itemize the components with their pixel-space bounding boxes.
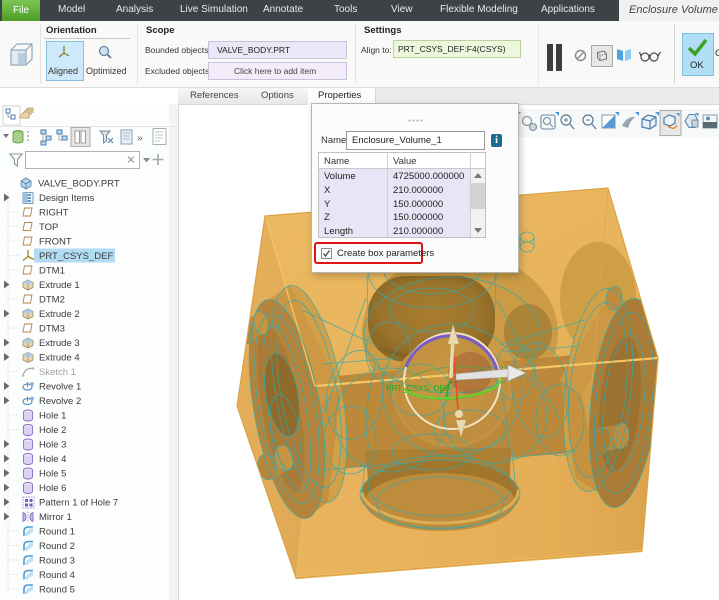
svg-text:Extrude 4: Extrude 4: [39, 353, 80, 364]
svg-text:Pattern 1 of Hole 7: Pattern 1 of Hole 7: [39, 498, 118, 509]
svg-text:Revolve 2: Revolve 2: [39, 396, 81, 407]
svg-text:Hole 3: Hole 3: [39, 440, 66, 451]
svg-text:Design Items: Design Items: [39, 193, 95, 204]
svg-text:DTM2: DTM2: [39, 295, 65, 306]
svg-text:Hole 2: Hole 2: [39, 425, 66, 436]
svg-text:»: »: [137, 133, 143, 144]
svg-text:Sketch 1: Sketch 1: [39, 367, 76, 378]
svg-text:Hole 1: Hole 1: [39, 411, 66, 422]
svg-text:TOP: TOP: [39, 222, 58, 233]
svg-text:Extrude 1: Extrude 1: [39, 280, 80, 291]
svg-text:Hole 4: Hole 4: [39, 454, 66, 465]
svg-text:Extrude 3: Extrude 3: [39, 338, 80, 349]
svg-text:Round 3: Round 3: [39, 556, 75, 567]
svg-text:Revolve 1: Revolve 1: [39, 382, 81, 393]
svg-text:Round 5: Round 5: [39, 585, 75, 596]
svg-text:Hole 6: Hole 6: [39, 483, 66, 494]
svg-text:FRONT: FRONT: [39, 237, 72, 248]
svg-text:DTM3: DTM3: [39, 324, 65, 335]
svg-text:VALVE_BODY.PRT: VALVE_BODY.PRT: [38, 179, 120, 190]
svg-text:Mirror 1: Mirror 1: [39, 512, 72, 523]
svg-text:Extrude 2: Extrude 2: [39, 309, 80, 320]
svg-text:Hole 5: Hole 5: [39, 469, 66, 480]
svg-text:PRT_CSYS_DEF: PRT_CSYS_DEF: [39, 251, 113, 262]
svg-text:DTM1: DTM1: [39, 266, 65, 277]
svg-text:PRT_CSYS_DEF: PRT_CSYS_DEF: [386, 384, 450, 393]
svg-text:Round 4: Round 4: [39, 570, 75, 581]
svg-text:Round 2: Round 2: [39, 541, 75, 552]
svg-text:RIGHT: RIGHT: [39, 208, 69, 219]
svg-text:Round 1: Round 1: [39, 527, 75, 538]
